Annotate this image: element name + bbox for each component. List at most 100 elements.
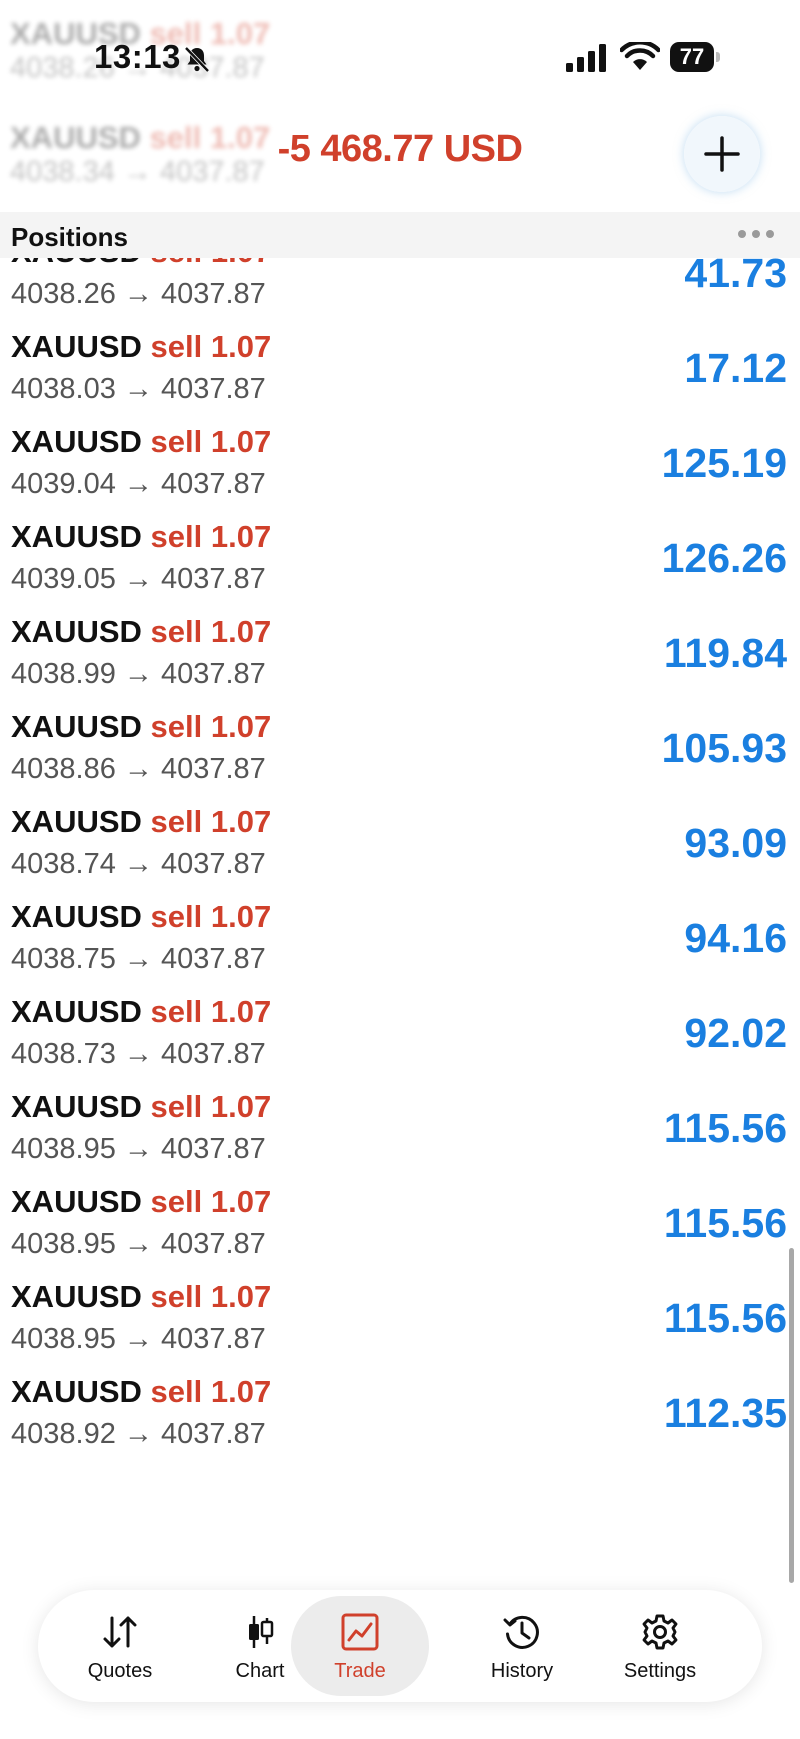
- plus-icon: [704, 136, 740, 172]
- position-symbol: XAUUSD sell 1.07: [11, 614, 271, 650]
- position-row[interactable]: XAUUSD sell 1.07 4039.04 → 4037.87 125.19: [0, 424, 800, 529]
- symbol-text: XAUUSD: [11, 994, 142, 1029]
- position-symbol: XAUUSD sell 1.07: [11, 329, 271, 365]
- position-prices: 4038.75 → 4037.87: [11, 943, 266, 975]
- position-side-volume: sell 1.07: [150, 709, 272, 744]
- nav-quotes-label: Quotes: [87, 1660, 153, 1682]
- symbol-text: XAUUSD: [11, 519, 142, 554]
- position-prices: 4038.95 → 4037.87: [11, 1228, 266, 1260]
- position-symbol: XAUUSD sell 1.07: [11, 424, 271, 460]
- position-symbol: XAUUSD sell 1.07: [11, 709, 271, 745]
- symbol-text: XAUUSD: [11, 899, 142, 934]
- position-profit: 115.56: [663, 1105, 787, 1151]
- position-prices: 4038.74 → 4037.87: [11, 848, 266, 880]
- position-profit: 119.84: [663, 630, 787, 676]
- nav-settings[interactable]: Settings: [590, 1590, 730, 1702]
- symbol-text: XAUUSD: [11, 1374, 142, 1409]
- position-side-volume: sell 1.07: [150, 1089, 272, 1124]
- wifi-icon: [620, 42, 660, 70]
- battery-level: 77: [679, 44, 705, 69]
- position-symbol: XAUUSD sell 1.07: [11, 1184, 271, 1220]
- symbol-text: XAUUSD: [11, 258, 142, 269]
- position-row[interactable]: XAUUSD sell 1.07 4039.05 → 4037.87 126.26: [0, 519, 800, 624]
- position-prices: 4039.04 → 4037.87: [11, 468, 266, 500]
- position-side-volume: sell 1.07: [150, 614, 272, 649]
- position-symbol: XAUUSD sell 1.07: [11, 994, 271, 1030]
- arrows-up-down-icon: [103, 1616, 137, 1648]
- position-row[interactable]: XAUUSD sell 1.07 4038.99 → 4037.87 119.84: [0, 614, 800, 719]
- trade-chart-icon: [341, 1613, 379, 1651]
- position-side-volume: sell 1.07: [150, 424, 272, 459]
- bell-off-icon: [184, 46, 210, 73]
- position-symbol: XAUUSD sell 1.07: [11, 519, 271, 555]
- position-profit: 126.26: [661, 535, 787, 581]
- position-prices: 4038.26 → 4037.87: [11, 278, 266, 310]
- position-profit: 115.56: [663, 1295, 787, 1341]
- position-side-volume: sell 1.07: [150, 1374, 272, 1409]
- position-side-volume: sell 1.07: [150, 1184, 272, 1219]
- nav-trade-label: Trade: [334, 1660, 386, 1682]
- position-symbol: XAUUSD sell 1.07: [11, 1089, 271, 1125]
- position-row[interactable]: XAUUSD sell 1.07 4038.95 → 4037.87 115.56: [0, 1184, 800, 1289]
- position-symbol: XAUUSD sell 1.07: [11, 1279, 271, 1315]
- position-symbol: XAUUSD sell 1.07: [11, 804, 271, 840]
- position-row[interactable]: XAUUSD sell 1.07 4038.73 → 4037.87 92.02: [0, 994, 800, 1099]
- position-profit: 94.16: [684, 915, 787, 961]
- new-order-button[interactable]: [684, 116, 760, 192]
- position-row[interactable]: XAUUSD sell 1.07 4038.26 → 4037.87 41.73: [0, 258, 800, 339]
- nav-quotes[interactable]: Quotes: [50, 1590, 190, 1702]
- positions-list[interactable]: XAUUSD sell 1.074038.26 → 4037.8741.73XA…: [0, 258, 800, 1578]
- position-row[interactable]: XAUUSD sell 1.07 4038.86 → 4037.87 105.93: [0, 709, 800, 814]
- position-prices: 4038.73 → 4037.87: [11, 1038, 266, 1070]
- position-side-volume: sell 1.07: [150, 994, 272, 1029]
- position-row[interactable]: XAUUSD sell 1.07 4038.03 → 4037.87 17.12: [0, 329, 800, 434]
- scrollbar[interactable]: [789, 1248, 794, 1583]
- gear-icon: [642, 1614, 678, 1650]
- account-balance: -5 468.77 USD: [277, 128, 523, 170]
- symbol-text: XAUUSD: [11, 804, 142, 839]
- position-profit: 92.02: [684, 1010, 787, 1056]
- position-row[interactable]: XAUUSD sell 1.07 4038.75 → 4037.87 94.16: [0, 899, 800, 1004]
- position-profit: 41.73: [684, 258, 787, 296]
- position-side-volume: sell 1.07: [150, 899, 272, 934]
- position-profit: 112.35: [663, 1390, 787, 1436]
- symbol-text: XAUUSD: [11, 614, 142, 649]
- history-clock-icon: [503, 1615, 539, 1649]
- position-prices: 4038.95 → 4037.87: [11, 1323, 266, 1355]
- position-symbol: XAUUSD sell 1.07: [11, 899, 271, 935]
- position-prices: 4039.05 → 4037.87: [11, 563, 266, 595]
- battery-icon: 77: [670, 42, 722, 72]
- section-title: Positions: [11, 222, 129, 252]
- position-side-volume: sell 1.07: [151, 258, 272, 269]
- nav-history-label: History: [490, 1660, 554, 1682]
- position-side-volume: sell 1.07: [150, 519, 272, 554]
- position-row[interactable]: XAUUSD sell 1.07 4038.74 → 4037.87 93.09: [0, 804, 800, 909]
- status-time: 13:13: [94, 38, 181, 75]
- position-prices: 4038.99 → 4037.87: [11, 658, 266, 690]
- position-row[interactable]: XAUUSD sell 1.07 4038.92 → 4037.87 112.35: [0, 1374, 800, 1479]
- position-prices: 4038.86 → 4037.87: [11, 753, 266, 785]
- nav-settings-label: Settings: [623, 1660, 697, 1682]
- symbol-text: XAUUSD: [11, 1184, 142, 1219]
- signal-icon: [566, 44, 606, 72]
- position-row[interactable]: XAUUSD sell 1.07 4038.95 → 4037.87 115.56: [0, 1089, 800, 1194]
- position-profit: 105.93: [661, 725, 787, 771]
- nav-trade[interactable]: Trade: [291, 1596, 429, 1696]
- symbol-text: XAUUSD: [11, 424, 142, 459]
- position-side-volume: sell 1.07: [150, 804, 272, 839]
- symbol-text: XAUUSD: [11, 709, 142, 744]
- symbol-text: XAUUSD: [11, 1279, 142, 1314]
- more-options-icon[interactable]: [738, 230, 778, 240]
- position-row[interactable]: XAUUSD sell 1.07 4038.95 → 4037.87 115.56: [0, 1279, 800, 1384]
- position-profit: 17.12: [684, 345, 787, 391]
- nav-history[interactable]: History: [452, 1590, 592, 1702]
- position-prices: 4038.95 → 4037.87: [11, 1133, 266, 1165]
- bottom-nav: Quotes Chart Trade History Settings: [38, 1590, 762, 1702]
- position-side-volume: sell 1.07: [150, 1279, 272, 1314]
- candlestick-icon: [249, 1616, 274, 1648]
- position-prices: 4038.03 → 4037.87: [11, 373, 266, 405]
- symbol-text: XAUUSD: [11, 1089, 142, 1124]
- position-profit: 125.19: [661, 440, 787, 486]
- symbol-text: XAUUSD: [11, 329, 142, 364]
- position-profit: 93.09: [684, 820, 787, 866]
